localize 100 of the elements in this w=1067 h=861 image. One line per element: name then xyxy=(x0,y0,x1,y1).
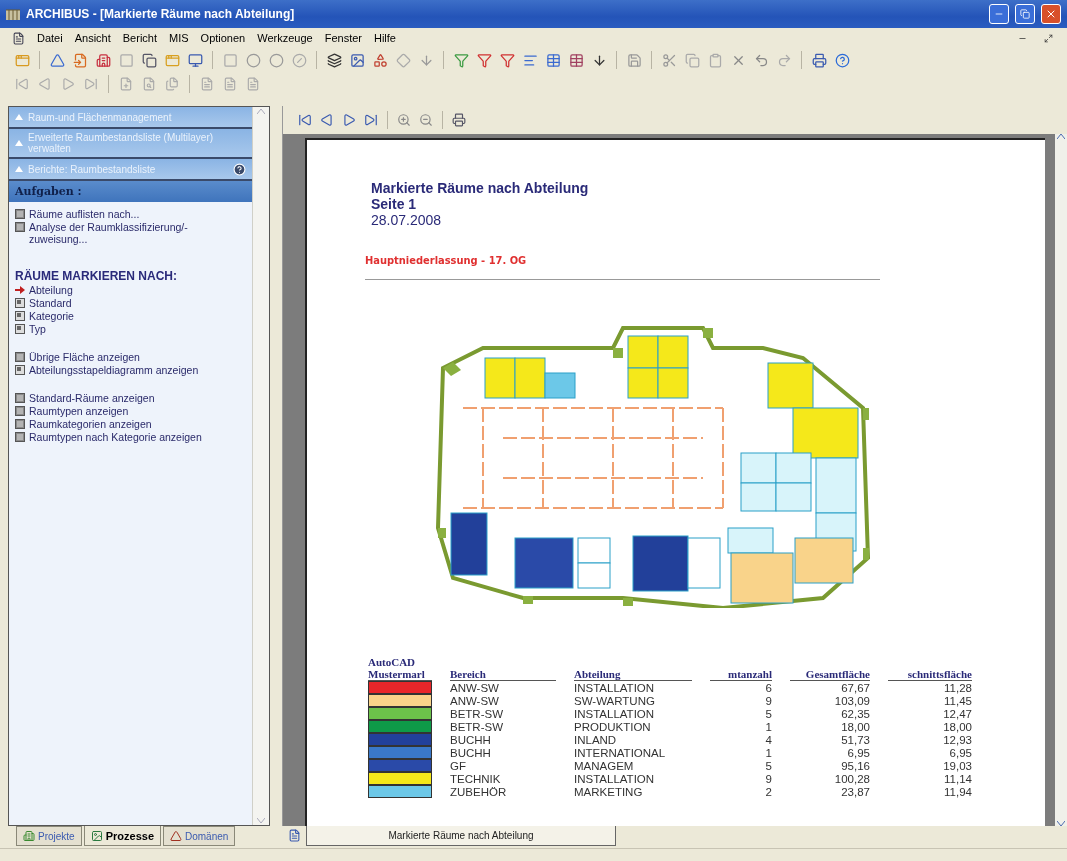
table-cell-text: INSTALLATION xyxy=(574,681,656,694)
clipboard-icon xyxy=(707,52,723,68)
task-link[interactable]: Abteilungsstapeldiagramm anzeigen xyxy=(15,364,246,376)
app-icon xyxy=(6,8,20,20)
close-button[interactable] xyxy=(1041,4,1061,24)
task-link[interactable]: Analyse der Raumklassifizierung/-zuweisung... xyxy=(15,221,246,245)
table-cell-text: 6,95 xyxy=(846,746,870,759)
scrollbar[interactable] xyxy=(1055,134,1067,826)
table-cell-text: TECHNIK xyxy=(450,772,502,785)
panel-tab[interactable]: Projekte xyxy=(16,826,82,846)
task-link[interactable]: Raumtypen nach Kategorie anzeigen xyxy=(15,431,246,443)
table-cell-text: ZUBEHÖR xyxy=(450,785,508,798)
table-cell-text: INSTALLATION xyxy=(574,772,656,785)
drawing-icon xyxy=(15,298,25,308)
task-link[interactable]: Räume auflisten nach... xyxy=(15,208,246,220)
image-icon xyxy=(90,829,103,842)
report-title: Markierte Räume nach Abteilung xyxy=(371,180,590,196)
column-header: Bereich xyxy=(450,668,556,681)
section-title: Berichte: Raumbestandsliste xyxy=(28,163,157,175)
menu-item[interactable]: Optionen xyxy=(200,32,246,44)
help-icon[interactable] xyxy=(233,162,246,176)
report-icon xyxy=(15,432,25,442)
table-cell-text: BETR-SW xyxy=(450,707,505,720)
drawing-icon xyxy=(15,365,25,375)
table-cell-text: 18,00 xyxy=(942,720,972,733)
menu-item[interactable]: Bericht xyxy=(122,32,157,44)
table-cell-text: ANW-SW xyxy=(450,681,500,694)
document-icon xyxy=(12,31,25,45)
task-link[interactable]: Standard xyxy=(15,297,246,309)
table-cell-text: 6 xyxy=(764,681,772,694)
table-cell-text: PRODUKTION xyxy=(574,720,652,733)
table-cell-text: SW-WARTUNG xyxy=(574,694,656,707)
square-icon xyxy=(118,52,134,68)
task-link[interactable]: Typ xyxy=(15,323,246,335)
report-icon xyxy=(15,393,25,403)
section-title: Raum-und Flächenmanagement xyxy=(28,111,173,123)
close-icon xyxy=(1045,8,1057,20)
collapse-icon xyxy=(15,140,23,146)
document-tab[interactable]: Markierte Räume nach Abteilung xyxy=(306,826,616,846)
undo-icon xyxy=(753,52,769,68)
restore-button[interactable] xyxy=(1015,4,1035,24)
task-link[interactable]: Raumkategorien anzeigen xyxy=(15,418,246,430)
table-cell-text: 18,00 xyxy=(840,720,870,733)
task-link[interactable]: Abteilung xyxy=(15,284,246,296)
table-cell-text: BUCHH xyxy=(450,746,492,759)
report-icon xyxy=(15,406,25,416)
drawing-icon xyxy=(15,324,25,334)
report-icon xyxy=(15,209,25,219)
table-cell-text: 5 xyxy=(764,759,772,772)
menu-item[interactable]: Hilfe xyxy=(373,32,396,44)
table-cell-text: 4 xyxy=(764,733,772,746)
filter-icon xyxy=(453,52,469,68)
scrollbar[interactable] xyxy=(252,107,269,825)
table-cell-text: BUCHH xyxy=(450,733,492,746)
play-icon xyxy=(61,77,75,91)
table-cell-text: 2 xyxy=(764,785,772,798)
report-icon xyxy=(15,222,25,232)
printer-icon xyxy=(452,113,466,127)
task-link[interactable]: Standard-Räume anzeigen xyxy=(15,392,246,404)
list-icon xyxy=(522,52,538,68)
window-icon xyxy=(164,52,180,68)
window-icon xyxy=(14,52,30,68)
table-cell-text: INLAND xyxy=(574,733,618,746)
file-icon xyxy=(200,77,214,91)
collapse-icon xyxy=(15,166,23,172)
task-link[interactable]: Übrige Fläche anzeigen xyxy=(15,351,246,363)
table-cell-text: 62,35 xyxy=(840,707,870,720)
collapse-icon xyxy=(15,114,23,120)
building-icon xyxy=(23,830,35,842)
redo-icon xyxy=(776,52,792,68)
menu-item[interactable]: Datei xyxy=(37,32,63,44)
task-link[interactable]: Kategorie xyxy=(15,310,246,322)
building-icon xyxy=(95,52,111,68)
table-cell-text: INTERNATIONAL xyxy=(574,746,667,759)
panel-tab[interactable]: Domänen xyxy=(163,826,236,846)
table-cell-text: 51,73 xyxy=(840,733,870,746)
menu-item[interactable]: Ansicht xyxy=(74,32,111,44)
window-title: ARCHIBUS - [Markierte Räume nach Abteilung] xyxy=(26,7,296,21)
table-cell-text: 11,45 xyxy=(943,694,972,707)
table-cell-text: 100,28 xyxy=(833,772,870,785)
column-header: Gesamtfläche xyxy=(790,668,870,681)
menu-item[interactable]: Fenster xyxy=(324,32,362,44)
minimize-button[interactable] xyxy=(989,4,1009,24)
filter-icon xyxy=(499,52,515,68)
layers-icon xyxy=(326,52,342,68)
skip-back-icon xyxy=(15,77,29,91)
column-header: mtanzahl xyxy=(710,668,772,681)
play-icon xyxy=(342,113,356,127)
table-cell-text: 19,03 xyxy=(942,759,972,772)
printer-icon xyxy=(811,52,827,68)
zoom-in-icon xyxy=(397,113,411,127)
file-icon xyxy=(223,77,237,91)
copy-icon xyxy=(141,52,157,68)
table-cell-text: 12,47 xyxy=(942,707,972,720)
monitor-icon xyxy=(187,52,203,68)
task-link[interactable]: Raumtypen anzeigen xyxy=(15,405,246,417)
menu-item[interactable]: MIS xyxy=(169,32,189,44)
menu-item[interactable]: Werkzeuge xyxy=(257,32,313,44)
report-date: 28.07.2008 xyxy=(371,212,443,228)
panel-tab[interactable]: Prozesse xyxy=(83,826,161,846)
